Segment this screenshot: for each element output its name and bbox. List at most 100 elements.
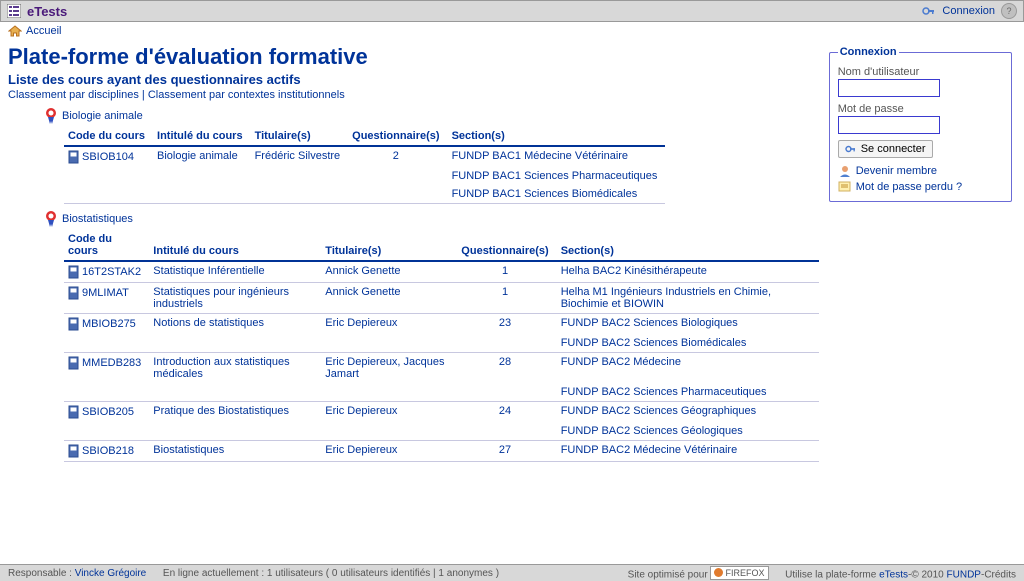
- app-menu-icon[interactable]: [7, 4, 21, 18]
- key-icon: [845, 144, 857, 154]
- teacher-link[interactable]: Eric Depiereux, Jacques Jamart: [325, 356, 444, 380]
- medal-icon: [44, 107, 58, 125]
- breadcrumb: Accueil: [0, 22, 1024, 40]
- sort-links: Classement par disciplines | Classement …: [8, 89, 819, 101]
- section-link[interactable]: FUNDP BAC2 Sciences Biomédicales: [561, 337, 747, 349]
- course-title-link[interactable]: Biologie animale: [157, 150, 238, 162]
- connexion-link[interactable]: Connexion: [942, 5, 995, 17]
- section-link[interactable]: FUNDP BAC1 Sciences Pharmaceutiques: [452, 170, 658, 182]
- course-title-link[interactable]: Pratique des Biostatistiques: [153, 405, 289, 417]
- discipline-header: Biostatistiques: [44, 210, 819, 228]
- footer-copy: -© 2010: [908, 569, 944, 580]
- main-content: Plate-forme d'évaluation formative Liste…: [0, 40, 827, 462]
- home-icon: [8, 25, 22, 37]
- help-icon[interactable]: ?: [1001, 3, 1017, 19]
- courses-table-1: Code du cours Intitulé du cours Titulair…: [64, 127, 665, 204]
- section-link[interactable]: Helha BAC2 Kinésithérapeute: [561, 265, 707, 277]
- login-button-label: Se connecter: [861, 143, 926, 155]
- quest-count-link[interactable]: 27: [499, 444, 511, 456]
- footer-optim: Site optimisé pour: [628, 569, 708, 580]
- sort-disciplines-link[interactable]: Classement par disciplines: [8, 89, 139, 101]
- col-intitule: Intitulé du cours: [149, 230, 321, 261]
- table-row: FUNDP BAC1 Sciences Biomédicales: [64, 185, 665, 204]
- section-link[interactable]: FUNDP BAC1 Médecine Vétérinaire: [452, 150, 628, 162]
- footer-fundp-link[interactable]: FUNDP: [947, 569, 981, 580]
- course-title-link[interactable]: Notions de statistiques: [153, 317, 264, 329]
- course-title-link[interactable]: Biostatistiques: [153, 444, 224, 456]
- section-link[interactable]: FUNDP BAC1 Sciences Biomédicales: [452, 188, 638, 200]
- book-icon: [68, 265, 80, 279]
- table-row: 16T2STAK2 Statistique Inférentielle Annick…: [64, 261, 819, 283]
- discipline-link[interactable]: Biologie animale: [62, 110, 143, 122]
- table-row: FUNDP BAC2 Sciences Pharmaceutiques: [64, 383, 819, 402]
- password-input[interactable]: [838, 116, 940, 134]
- teacher-link[interactable]: Annick Genette: [325, 286, 400, 298]
- section-link[interactable]: Helha M1 Ingénieurs Industriels en Chimi…: [561, 286, 771, 310]
- discipline-link[interactable]: Biostatistiques: [62, 213, 133, 225]
- register-link[interactable]: Devenir membre: [856, 165, 937, 177]
- quest-count-link[interactable]: 1: [502, 265, 508, 277]
- course-code-link[interactable]: SBIOB218: [82, 445, 134, 457]
- book-icon: [68, 444, 80, 458]
- course-code-link[interactable]: MMEDB283: [82, 357, 141, 369]
- course-code-link[interactable]: 9MLIMAT: [82, 287, 129, 299]
- teacher-link[interactable]: Eric Depiereux: [325, 405, 397, 417]
- table-row: FUNDP BAC1 Sciences Pharmaceutiques: [64, 167, 665, 185]
- footer: Responsable : Vincke Grégoire En ligne a…: [0, 564, 1024, 581]
- col-titulaire: Titulaire(s): [321, 230, 457, 261]
- page-title: Plate-forme d'évaluation formative: [8, 44, 819, 70]
- quest-count-link[interactable]: 2: [393, 150, 399, 162]
- teacher-link[interactable]: Eric Depiereux: [325, 444, 397, 456]
- col-quest: Questionnaire(s): [348, 127, 447, 146]
- course-code-link[interactable]: 16T2STAK2: [82, 266, 141, 278]
- teacher-link[interactable]: Eric Depiereux: [325, 317, 397, 329]
- key-icon: [922, 5, 936, 17]
- course-title-link[interactable]: Introduction aux statistiques médicales: [153, 356, 289, 380]
- firefox-label: FIREFOX: [725, 568, 764, 578]
- section-link[interactable]: FUNDP BAC2 Sciences Biologiques: [561, 317, 738, 329]
- password-label: Mot de passe: [838, 103, 1003, 115]
- quest-count-link[interactable]: 23: [499, 317, 511, 329]
- table-row: MMEDB283 Introduction aux statistiques mé…: [64, 353, 819, 384]
- teacher-link[interactable]: Frédéric Silvestre: [255, 150, 341, 162]
- courses-table-2: Code du cours Intitulé du cours Titulair…: [64, 230, 819, 462]
- course-code-link[interactable]: SBIOB205: [82, 406, 134, 418]
- breadcrumb-home[interactable]: Accueil: [26, 25, 61, 37]
- course-code-link[interactable]: MBIOB275: [82, 318, 136, 330]
- section-link[interactable]: FUNDP BAC2 Médecine: [561, 356, 681, 368]
- book-icon: [68, 150, 80, 164]
- username-input[interactable]: [838, 79, 940, 97]
- section-link[interactable]: FUNDP BAC2 Sciences Géologiques: [561, 425, 743, 437]
- page-subtitle: Liste des cours ayant des questionnaires…: [8, 72, 819, 87]
- quest-count-link[interactable]: 24: [499, 405, 511, 417]
- quest-count-link[interactable]: 28: [499, 356, 511, 368]
- footer-resp-link[interactable]: Vincke Grégoire: [75, 568, 147, 579]
- section-link[interactable]: FUNDP BAC2 Médecine Vétérinaire: [561, 444, 737, 456]
- teacher-link[interactable]: Annick Genette: [325, 265, 400, 277]
- book-icon: [68, 317, 80, 331]
- table-row: FUNDP BAC2 Sciences Géologiques: [64, 422, 819, 441]
- footer-resp-label: Responsable :: [8, 568, 72, 579]
- course-code-link[interactable]: SBIOB104: [82, 151, 134, 163]
- top-bar: eTests Connexion ?: [0, 0, 1024, 22]
- firefox-badge[interactable]: FIREFOX: [710, 566, 768, 580]
- col-code: Code du cours: [64, 230, 149, 261]
- col-quest: Questionnaire(s): [457, 230, 556, 261]
- course-title-link[interactable]: Statistiques pour ingénieurs industriels: [153, 286, 289, 310]
- forgot-link[interactable]: Mot de passe perdu ?: [856, 181, 962, 193]
- firefox-icon: [714, 568, 723, 577]
- login-button[interactable]: Se connecter: [838, 140, 933, 158]
- footer-etests-link[interactable]: eTests: [879, 569, 908, 580]
- sort-context-link[interactable]: Classement par contextes institutionnels: [148, 89, 345, 101]
- book-icon: [68, 356, 80, 370]
- quest-count-link[interactable]: 1: [502, 286, 508, 298]
- table-row: MBIOB275 Notions de statistiques Eric Depi…: [64, 314, 819, 335]
- username-label: Nom d'utilisateur: [838, 66, 1003, 78]
- section-link[interactable]: FUNDP BAC2 Sciences Pharmaceutiques: [561, 386, 767, 398]
- col-intitule: Intitulé du cours: [153, 127, 251, 146]
- note-icon: [838, 181, 852, 193]
- table-row: 9MLIMAT Statistiques pour ingénieurs indu…: [64, 283, 819, 314]
- section-link[interactable]: FUNDP BAC2 Sciences Géographiques: [561, 405, 756, 417]
- discipline-header: Biologie animale: [44, 107, 819, 125]
- course-title-link[interactable]: Statistique Inférentielle: [153, 265, 264, 277]
